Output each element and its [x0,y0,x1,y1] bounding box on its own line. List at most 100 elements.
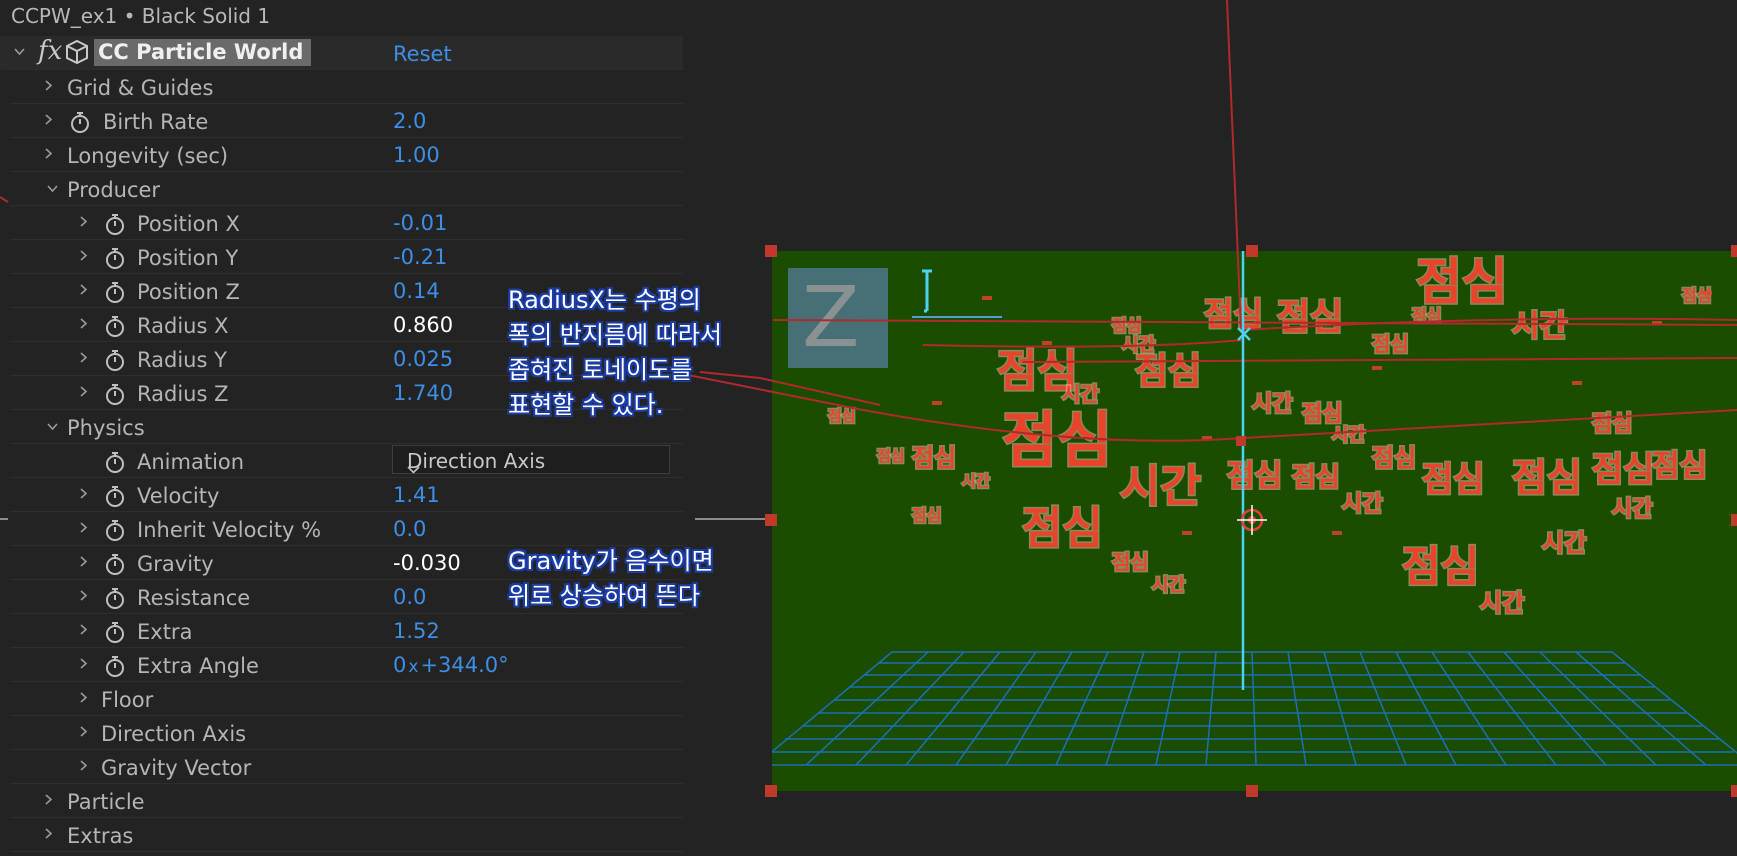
particle-word: 시간 [962,472,990,490]
chevron-right-icon[interactable] [80,726,89,737]
fx-icon[interactable]: fx [38,36,62,66]
grid-guides-label: Grid & Guides [67,76,214,100]
stopwatch-icon[interactable] [104,552,126,576]
velocity-value[interactable]: 1.41 [393,483,440,507]
chevron-down-icon[interactable] [47,423,58,432]
particle-word: 점심 [1002,406,1112,476]
stopwatch-icon[interactable] [104,620,126,644]
chevron-right-icon[interactable] [80,590,89,601]
particle-word: 점심 [1292,463,1340,493]
gravity-vector-group[interactable]: Gravity Vector [0,750,683,784]
particle-word: 시간 [1122,335,1156,356]
particle-word: 점심 [1412,306,1441,325]
particle-label: Particle [67,790,145,814]
composition-frame[interactable]: 점심 시간 점심 점심 점심 점심 시간 점심 시간 점심 점심 점심 점심 점… [772,251,1737,791]
extra-angle-value[interactable]: 0 x+344.0° [393,653,509,677]
chevron-right-icon[interactable] [45,114,54,125]
reset-button[interactable]: Reset [393,42,452,66]
stopwatch-icon[interactable] [104,518,126,542]
extra-label: Extra [137,620,193,644]
stopwatch-icon[interactable] [104,484,126,508]
effect-name[interactable]: CC Particle World [94,39,312,66]
producer-label: Producer [67,178,161,202]
producer-group[interactable]: Producer [0,172,683,206]
extra-value[interactable]: 1.52 [393,619,440,643]
left-guide-fragment [0,196,9,520]
stopwatch-icon[interactable] [104,382,126,406]
stopwatch-icon[interactable] [104,348,126,372]
floor-grid [772,651,1737,766]
chevron-right-icon[interactable] [45,148,54,159]
position-x-value[interactable]: -0.01 [393,211,447,235]
birth-rate-row[interactable]: Birth Rate 2.0 [0,104,683,138]
inherit-velocity-row[interactable]: Inherit Velocity % 0.0 [0,512,683,546]
particle-word: 점심 [912,444,956,472]
position-y-value[interactable]: -0.21 [393,245,447,269]
chevron-right-icon[interactable] [45,828,54,839]
birth-rate-value[interactable]: 2.0 [393,109,426,133]
resistance-value[interactable]: 0.0 [393,585,426,609]
stopwatch-icon[interactable] [104,586,126,610]
chevron-right-icon[interactable] [45,794,54,805]
velocity-row[interactable]: Velocity 1.41 [0,478,683,512]
position-x-row[interactable]: Position X -0.01 [0,206,683,240]
extras-group[interactable]: Extras [0,818,683,852]
chevron-right-icon[interactable] [80,250,89,261]
stopwatch-icon[interactable] [104,654,126,678]
animation-row[interactable]: Animation Direction Axis [0,444,683,478]
floor-group[interactable]: Floor [0,682,683,716]
chevron-right-icon[interactable] [80,522,89,533]
stopwatch-icon[interactable] [104,246,126,270]
chevron-right-icon[interactable] [80,658,89,669]
particle-group[interactable]: Particle [0,784,683,818]
radius-annotation: RadiusX는 수평의 폭의 반지름에 따라서 좁혀진 토네이도를 표현할 수… [508,283,722,423]
effect-header-row[interactable]: fx CC Particle World Reset [0,36,683,70]
chevron-down-icon[interactable] [47,185,58,194]
particle-layer: 점심 시간 점심 점심 점심 점심 시간 점심 시간 점심 점심 점심 점심 점… [772,252,1737,766]
extra-row[interactable]: Extra 1.52 [0,614,683,648]
animation-dropdown[interactable]: Direction Axis [392,445,670,474]
stopwatch-icon[interactable] [104,280,126,304]
extra-angle-degrees[interactable]: +344.0° [420,653,508,677]
chevron-right-icon[interactable] [80,284,89,295]
extra-angle-row[interactable]: Extra Angle 0 x+344.0° [0,648,683,682]
chevron-right-icon[interactable] [80,318,89,329]
radius-x-value[interactable]: 0.860 [393,313,453,337]
particle-word: 점심 [1402,542,1479,591]
chevron-right-icon[interactable] [80,216,89,227]
particle-word: 점심 [828,407,856,425]
chevron-right-icon[interactable] [80,760,89,771]
stopwatch-icon[interactable] [69,110,91,134]
particle-word: 점심 [1277,297,1343,338]
particle-word: 시간 [1512,309,1568,344]
particle-word: 점심 [1022,503,1103,554]
radius-z-value[interactable]: 1.740 [393,381,453,405]
particle-word: 점심 [1592,412,1632,437]
cube-icon [64,39,90,69]
extra-angle-revolutions[interactable]: 0 [393,653,406,677]
chevron-right-icon[interactable] [80,624,89,635]
chevron-right-icon[interactable] [80,556,89,567]
chevron-right-icon[interactable] [80,488,89,499]
particle-word: 점심 [1592,450,1655,490]
composition-viewer[interactable]: 점심 시간 점심 점심 점심 점심 시간 점심 시간 점심 점심 점심 점심 점… [683,0,1737,856]
inherit-velocity-value[interactable]: 0.0 [393,517,426,541]
direction-axis-group[interactable]: Direction Axis [0,716,683,750]
radius-y-value[interactable]: 0.025 [393,347,453,371]
particle-word: 시간 [1252,392,1292,417]
longevity-row[interactable]: Longevity (sec) 1.00 [0,138,683,172]
chevron-right-icon[interactable] [80,352,89,363]
stopwatch-icon[interactable] [104,212,126,236]
grid-guides-group[interactable]: Grid & Guides [0,70,683,104]
stopwatch-icon[interactable] [104,314,126,338]
stopwatch-icon[interactable] [104,450,126,474]
position-y-row[interactable]: Position Y -0.21 [0,240,683,274]
particle-word: 점심 [1135,351,1201,392]
gravity-value[interactable]: -0.030 [393,551,461,575]
chevron-right-icon[interactable] [45,80,54,91]
position-z-value[interactable]: 0.14 [393,279,440,303]
chevron-right-icon[interactable] [80,692,89,703]
longevity-value[interactable]: 1.00 [393,143,440,167]
particle-word: 점심 [1112,316,1141,335]
chevron-right-icon[interactable] [80,386,89,397]
